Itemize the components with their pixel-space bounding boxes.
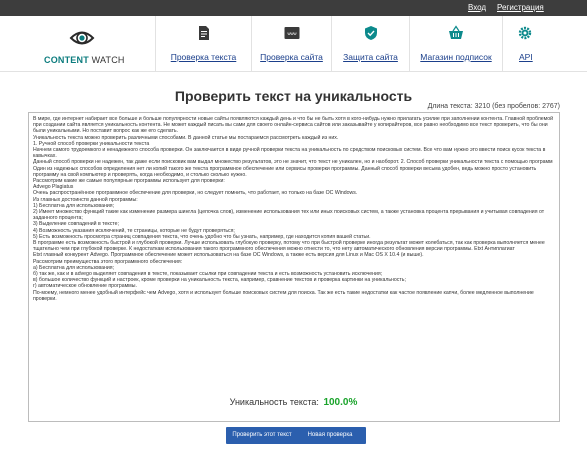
login-link[interactable]: Вход: [468, 3, 486, 12]
check-text-button[interactable]: Проверить этот текст: [226, 427, 298, 444]
shield-icon: [365, 26, 377, 40]
gear-icon: [518, 26, 532, 40]
svg-text:www: www: [287, 31, 297, 36]
new-check-button[interactable]: Новая проверка: [294, 427, 366, 444]
text-length: Длина текста: 3210 (без пробелов: 2767): [427, 103, 560, 110]
nav-label: Проверка сайта: [260, 52, 323, 62]
nav-item-site-check[interactable]: www Проверка сайта: [251, 16, 331, 72]
nav-item-text-check[interactable]: Проверка текста: [155, 16, 251, 72]
eye-icon: [69, 31, 95, 45]
page-title: Проверить текст на уникальность: [174, 88, 413, 104]
top-bar: Вход Регистрация: [0, 0, 587, 16]
site-header: CONTENT WATCH Проверка текста www Провер…: [0, 16, 587, 72]
nav-item-subscriptions[interactable]: Магазин подписок: [409, 16, 502, 72]
www-icon: www: [284, 27, 300, 39]
document-icon: [199, 26, 209, 40]
text-content: В мире, где интернет набирает все больше…: [33, 116, 554, 302]
logo[interactable]: CONTENT WATCH: [42, 22, 125, 68]
uniqueness-label: Уникальность текста:: [229, 397, 319, 407]
nav-label: Проверка текста: [170, 52, 237, 62]
register-link[interactable]: Регистрация: [497, 3, 544, 12]
nav-label: Защита сайта: [343, 52, 398, 62]
nav-item-site-protection[interactable]: Защита сайта: [331, 16, 409, 72]
nav-label: Магазин подписок: [420, 52, 492, 62]
text-input-area[interactable]: В мире, где интернет набирает все больше…: [28, 112, 560, 422]
uniqueness-result: Уникальность текста: 100.0%: [0, 397, 587, 408]
nav-label: API: [519, 52, 533, 62]
nav-item-api[interactable]: API: [502, 16, 587, 72]
logo-text: CONTENT WATCH: [44, 55, 125, 65]
basket-icon: [449, 25, 463, 39]
uniqueness-value: 100.0%: [323, 397, 358, 408]
